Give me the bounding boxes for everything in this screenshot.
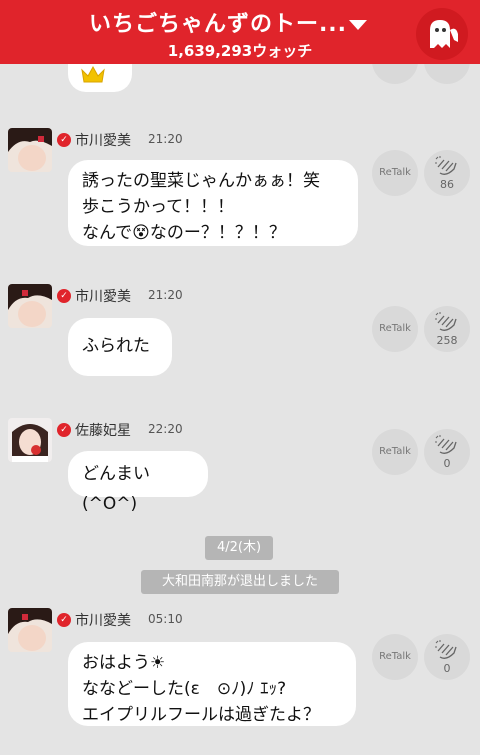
verified-badge-icon: ✓ bbox=[57, 133, 71, 147]
verified-badge-icon: ✓ bbox=[57, 613, 71, 627]
chat-timeline[interactable]: ✓ 市川愛美 21:20 誘ったの聖菜じゃんかぁぁ！笑 歩こうかって！！！ なん… bbox=[0, 64, 480, 755]
clap-count: 0 bbox=[443, 457, 451, 470]
talk-title[interactable]: いちごちゃんずのトー... bbox=[0, 6, 480, 38]
clap-button-partial[interactable] bbox=[424, 64, 470, 84]
date-separator: 4/2(木) bbox=[205, 536, 273, 560]
clap-count: 258 bbox=[436, 334, 458, 347]
retalk-button[interactable]: ReTalk bbox=[372, 634, 418, 680]
clap-icon bbox=[435, 640, 457, 659]
message-time: 21:20 bbox=[148, 288, 183, 302]
app-header: いちごちゃんずのトー... 1,639,293ウォッチ bbox=[0, 0, 480, 64]
chevron-down-icon bbox=[349, 20, 368, 30]
message-bubble: おはよう☀ ななどーした(ε ⊙ﾉ)ﾉ ｴｯ? エイプリルフールは過ぎたよ？ bbox=[68, 642, 356, 726]
ghost-menu-button[interactable] bbox=[416, 8, 468, 60]
clap-icon bbox=[435, 312, 457, 331]
message-bubble: 誘ったの聖菜じゃんかぁぁ！笑 歩こうかって！！！ なんで😵なのー？！？！？ bbox=[68, 160, 358, 246]
retalk-button-partial[interactable] bbox=[372, 64, 418, 84]
avatar[interactable] bbox=[8, 128, 52, 172]
clap-icon bbox=[435, 435, 457, 454]
message-bubble: ふられた bbox=[68, 318, 172, 376]
retalk-button[interactable]: ReTalk bbox=[372, 306, 418, 352]
sender-name: 市川愛美 bbox=[75, 613, 131, 629]
talk-title-text: いちごちゃんずのトー... bbox=[88, 12, 348, 37]
clap-button[interactable]: 86 bbox=[424, 150, 470, 196]
clap-count: 0 bbox=[443, 662, 451, 675]
message-time: 21:20 bbox=[148, 132, 183, 146]
ghost-icon bbox=[430, 20, 458, 48]
sender-name: 市川愛美 bbox=[75, 289, 131, 305]
message-bubble: どんまい(^O^) bbox=[68, 451, 208, 514]
avatar[interactable] bbox=[8, 418, 52, 462]
clap-button[interactable]: 258 bbox=[424, 306, 470, 352]
clap-icon bbox=[435, 156, 457, 175]
sender-name: 佐藤妃星 bbox=[75, 423, 131, 439]
retalk-button[interactable]: ReTalk bbox=[372, 150, 418, 196]
watch-count: 1,639,293ウォッチ bbox=[167, 42, 313, 60]
sender-name: 市川愛美 bbox=[75, 133, 131, 149]
clap-count: 86 bbox=[440, 178, 454, 191]
clap-button[interactable]: 0 bbox=[424, 429, 470, 475]
avatar[interactable] bbox=[8, 608, 52, 652]
clap-button[interactable]: 0 bbox=[424, 634, 470, 680]
retalk-button[interactable]: ReTalk bbox=[372, 429, 418, 475]
verified-badge-icon: ✓ bbox=[57, 289, 71, 303]
message-time: 05:10 bbox=[148, 612, 183, 626]
verified-badge-icon: ✓ bbox=[57, 423, 71, 437]
avatar[interactable] bbox=[8, 284, 52, 328]
crown-icon bbox=[81, 65, 105, 83]
message-time: 22:20 bbox=[148, 422, 183, 436]
system-message: 大和田南那が退出しました bbox=[141, 570, 339, 594]
